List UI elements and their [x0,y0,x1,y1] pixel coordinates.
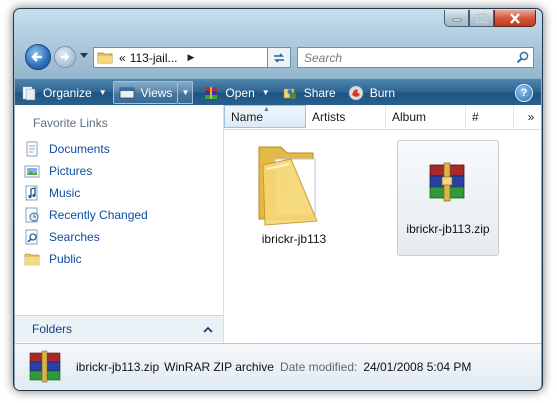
column-header-row: ▲ Name Artists Album # » [224,105,541,130]
sort-ascending-icon: ▲ [263,106,270,113]
column-header-album[interactable]: Album [386,105,466,128]
search-input[interactable] [302,49,506,66]
file-item-label: ibrickr-jb113 [261,232,327,246]
details-date-modified-label: Date modified: [279,360,358,374]
views-dropdown[interactable]: ▼ [178,81,194,104]
chevron-down-icon[interactable]: ▼ [262,88,270,97]
favorite-link-label: Music [49,186,81,200]
share-icon [283,88,297,99]
file-list-pane: ▲ Name Artists Album # » ibrickr-jb113 i… [224,105,541,343]
chevron-down-icon: ▼ [181,88,190,97]
recently-changed-icon [25,207,39,223]
maximize-button[interactable] [469,10,494,27]
favorite-link-label: Searches [49,230,100,244]
forward-arrow-icon [61,53,70,61]
column-header-track-number[interactable]: # [466,105,514,128]
details-file-type: WinRAR ZIP archive [164,360,274,374]
organize-icon [22,86,36,100]
favorite-link-documents[interactable]: Documents [24,138,148,160]
file-item-folder[interactable]: ibrickr-jb113 [244,139,344,259]
views-label: Views [140,85,173,100]
favorite-links-list: Documents Pictures Music Recently Change… [24,138,148,270]
breadcrumb-arrow-icon[interactable]: ▶ [188,52,195,63]
recent-pages-dropdown-icon[interactable] [80,53,88,59]
details-file-name: ibrickr-jb113.zip [76,360,160,374]
share-button[interactable]: Share [276,80,342,105]
views-icon [119,87,135,98]
search-box[interactable] [297,47,534,68]
minimize-button[interactable] [444,10,469,27]
music-icon [25,185,38,201]
winrar-archive-icon [29,350,61,383]
column-header-name[interactable]: ▲ Name [224,105,306,128]
burn-disc-icon [348,85,364,100]
favorite-links-heading: Favorite Links [33,116,108,130]
command-bar: Organize ▼ Views ▼ Open ▼ Share Burn ? [15,78,541,107]
address-prefix: « [119,50,126,65]
column-track-label: # [472,109,479,124]
searches-icon [25,229,38,245]
address-bar[interactable]: « 113-jail... ▶ [93,47,289,68]
chevron-up-icon [203,326,213,333]
open-button[interactable]: Open ▼ [197,80,275,105]
documents-icon [26,141,38,157]
open-folder-icon [258,146,318,226]
favorite-link-label: Documents [49,142,110,156]
refresh-icon [274,52,284,63]
file-item-zip[interactable]: ibrickr-jb113.zip [397,140,499,256]
burn-label: Burn [369,85,396,100]
column-name-label: Name [231,109,264,124]
share-label: Share [303,85,336,100]
navigation-pane: Favorite Links Documents Pictures Music … [15,105,224,343]
details-pane: ibrickr-jb113.zip WinRAR ZIP archive Dat… [15,343,541,390]
organize-label: Organize [43,85,92,100]
chevron-down-icon: ▼ [98,88,107,97]
open-label: Open [225,85,255,100]
public-icon [24,253,40,266]
address-path[interactable]: 113-jail... [130,51,178,65]
burn-button[interactable]: Burn [342,80,401,105]
column-album-label: Album [392,109,427,124]
search-icon[interactable] [516,51,529,64]
favorite-link-label: Public [49,252,82,266]
pictures-icon [24,165,40,178]
winrar-archive-icon [429,162,465,202]
folder-icon [97,52,113,64]
close-button[interactable] [494,10,536,27]
views-button[interactable]: Views [112,81,179,104]
folders-toggle[interactable]: Folders [15,315,223,342]
favorite-link-label: Recently Changed [49,208,148,222]
winrar-icon [205,86,218,99]
forward-button[interactable] [54,46,76,68]
caption-buttons [444,10,536,28]
favorite-link-label: Pictures [49,164,93,178]
column-artists-label: Artists [312,109,346,124]
explorer-window: « 113-jail... ▶ Organize ▼ Views ▼ [13,8,543,391]
favorite-link-pictures[interactable]: Pictures [24,160,148,182]
close-icon [510,12,520,24]
more-columns-button[interactable]: » [521,105,541,128]
help-button[interactable]: ? [515,83,533,102]
navigation-bar: « 113-jail... ▶ [14,37,542,70]
column-header-artists[interactable]: Artists [306,105,386,128]
favorite-link-public[interactable]: Public [24,248,148,270]
minimize-icon [452,18,461,22]
organize-button[interactable]: Organize ▼ [15,80,113,105]
back-arrow-icon [31,52,42,62]
favorite-link-music[interactable]: Music [24,182,148,204]
folders-label: Folders [32,322,73,336]
file-item-label: ibrickr-jb113.zip [406,222,490,236]
favorite-link-searches[interactable]: Searches [24,226,148,248]
refresh-button[interactable] [267,47,291,68]
details-date-modified-value: 24/01/2008 5:04 PM [363,360,472,374]
favorite-link-recently-changed[interactable]: Recently Changed [24,204,148,226]
maximize-icon [476,13,487,23]
back-button[interactable] [25,44,51,70]
